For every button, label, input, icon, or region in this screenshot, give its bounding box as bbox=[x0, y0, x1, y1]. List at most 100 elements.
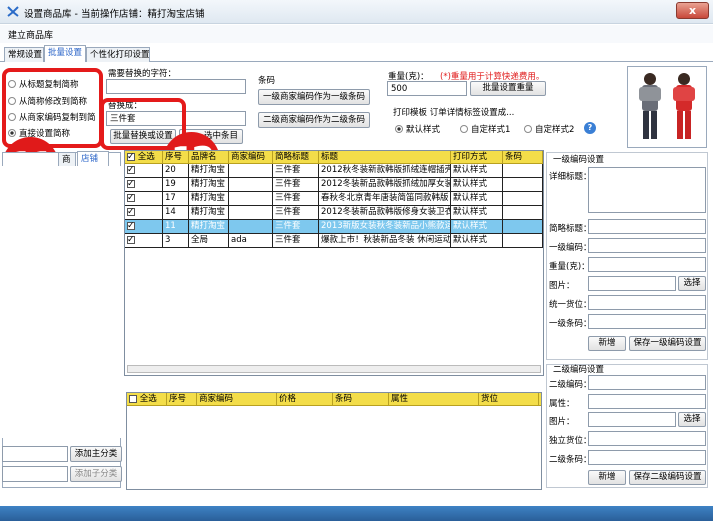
side-tab-product[interactable]: 商 bbox=[58, 152, 76, 167]
tab-batch[interactable]: 批量设置 bbox=[44, 45, 86, 62]
level1-code-input[interactable] bbox=[588, 238, 706, 253]
level2-image-input[interactable] bbox=[588, 412, 676, 427]
table-row[interactable]: 17精打淘宝 三件套春秋冬北京青年唐装简笛同款韩版默认样式 bbox=[125, 192, 543, 206]
level2-new-button[interactable]: 新增 bbox=[588, 470, 626, 485]
checkbox-icon bbox=[127, 151, 135, 163]
table-row[interactable]: 19精打淘宝 三件套2012冬装新品款韩版抓绒加厚女装默认样式 bbox=[125, 178, 543, 192]
batch-weight-button[interactable]: 批量设置重量 bbox=[470, 81, 546, 96]
level2-image-label: 图片： bbox=[549, 417, 575, 427]
table-cell-title: 2012冬装新品款韩版修身女装卫衣 bbox=[321, 206, 451, 219]
tab-print[interactable]: 个性化打印设置 bbox=[86, 47, 150, 62]
header-short-title[interactable]: 简略标题 bbox=[273, 151, 319, 163]
add-sub-category-button[interactable]: 添加子分类 bbox=[70, 466, 122, 482]
table-cell-title: 2012秋冬装新款韩版抓绒连帽插壳 bbox=[321, 164, 451, 177]
radio-modify-short[interactable]: 从简称修改到简称 bbox=[8, 94, 87, 108]
row-checkbox-icon[interactable] bbox=[127, 164, 135, 177]
weight-field-input[interactable] bbox=[588, 257, 706, 272]
sku-header-code[interactable]: 商家编码 bbox=[197, 393, 277, 405]
level2-code-label: 二级编码： bbox=[549, 380, 592, 390]
table-cell-checked[interactable] bbox=[125, 206, 163, 219]
table-cell-print: 默认样式 bbox=[451, 164, 503, 177]
add-main-category-button[interactable]: 添加主分类 bbox=[70, 446, 122, 462]
save-level1-button[interactable]: 保存一级编码设置 bbox=[629, 336, 706, 351]
header-brand[interactable]: 品牌名 bbox=[189, 151, 229, 163]
row-checkbox-icon[interactable] bbox=[127, 220, 135, 233]
table-cell-brand: 精打淘宝 bbox=[189, 220, 229, 233]
header-title[interactable]: 标题 bbox=[319, 151, 451, 163]
short-title-input[interactable] bbox=[588, 219, 706, 234]
level1-barcode-input[interactable] bbox=[588, 314, 706, 329]
table-row[interactable]: 11精打淘宝 三件套2013新版女装秋冬装新品小熊款运默认样式 bbox=[125, 220, 543, 234]
header-barcode[interactable]: 条码 bbox=[503, 151, 543, 163]
location-input[interactable] bbox=[588, 295, 706, 310]
header-print[interactable]: 打印方式 bbox=[451, 151, 503, 163]
sku-header-barcode[interactable]: 条码 bbox=[333, 393, 389, 405]
radio-copy-from-code[interactable]: 从商家编码复制到简 bbox=[8, 110, 96, 124]
table-cell-short: 三件套 bbox=[273, 220, 319, 233]
table-cell-code: ada bbox=[229, 234, 273, 247]
sku-header-price[interactable]: 价格 bbox=[277, 393, 333, 405]
attr-input[interactable] bbox=[588, 394, 706, 409]
level2-choose-button[interactable]: 选择 bbox=[678, 412, 706, 427]
weight-input[interactable]: 500 bbox=[387, 81, 467, 96]
table-row[interactable]: 3全局ada三件套爆款上市！秋装新品冬装 休闲运动默认样式 bbox=[125, 234, 543, 248]
level2-barcode-input[interactable] bbox=[588, 450, 706, 465]
radio-custom-style-1[interactable]: 自定样式1 bbox=[460, 122, 510, 136]
level1-barcode-button[interactable]: 一级商家编码作为一级条码 bbox=[258, 89, 370, 105]
table-cell-short: 三件套 bbox=[273, 206, 319, 219]
sku-header-select-all[interactable]: 全选 bbox=[127, 393, 167, 405]
tab-general[interactable]: 常规设置 bbox=[4, 47, 44, 62]
table-cell-checked[interactable] bbox=[125, 192, 163, 205]
print-template-label: 打印模板 订单详情标签设置成... bbox=[393, 108, 515, 118]
level2-code-input[interactable] bbox=[588, 375, 706, 390]
radio-label: 从简称修改到简称 bbox=[19, 97, 88, 107]
table-cell-checked[interactable] bbox=[125, 164, 163, 177]
table-row[interactable]: 14精打淘宝 三件套2012冬装新品款韩版修身女装卫衣默认样式 bbox=[125, 206, 543, 220]
table-cell-no: 11 bbox=[163, 220, 189, 233]
main-category-input[interactable] bbox=[2, 446, 68, 462]
table-cell-checked[interactable] bbox=[125, 178, 163, 191]
table-cell-print: 默认样式 bbox=[451, 220, 503, 233]
level1-title: 一级编码设置 bbox=[553, 155, 605, 165]
radio-custom-style-2[interactable]: 自定样式2 bbox=[524, 122, 574, 136]
find-input[interactable] bbox=[106, 79, 246, 94]
window-title: 设置商品库 - 当前操作店铺：精打淘宝店铺 bbox=[24, 9, 205, 20]
save-level2-button[interactable]: 保存二级编码设置 bbox=[629, 470, 706, 485]
sku-header-attr[interactable]: 属性 bbox=[389, 393, 479, 405]
table-cell-checked[interactable] bbox=[125, 234, 163, 247]
grid-horizontal-scrollbar[interactable] bbox=[127, 365, 541, 373]
grid-header: 全选 序号 品牌名 商家编码 简略标题 标题 打印方式 条码 bbox=[125, 151, 543, 164]
radio-label: 从标题复制简称 bbox=[19, 80, 79, 90]
category-tree[interactable] bbox=[2, 166, 121, 438]
radio-copy-from-title[interactable]: 从标题复制简称 bbox=[8, 77, 79, 91]
radio-icon bbox=[8, 113, 16, 121]
table-cell-no: 3 bbox=[163, 234, 189, 247]
level2-barcode-button[interactable]: 二级商家编码作为二级条码 bbox=[258, 112, 370, 128]
detail-title-input[interactable] bbox=[588, 167, 706, 213]
image-input[interactable] bbox=[588, 276, 676, 291]
header-select-all[interactable]: 全选 bbox=[125, 151, 163, 163]
row-checkbox-icon[interactable] bbox=[127, 234, 135, 247]
row-checkbox-icon[interactable] bbox=[127, 192, 135, 205]
table-cell-code bbox=[229, 220, 273, 233]
header-no[interactable]: 序号 bbox=[163, 151, 189, 163]
row-checkbox-icon[interactable] bbox=[127, 178, 135, 191]
sub-category-input[interactable] bbox=[2, 466, 68, 482]
table-cell-title: 2012冬装新品款韩版抓绒加厚女装 bbox=[321, 178, 451, 191]
sku-header-location[interactable]: 货位 bbox=[479, 393, 539, 405]
table-cell-no: 17 bbox=[163, 192, 189, 205]
close-button[interactable]: x bbox=[676, 2, 709, 19]
help-icon[interactable]: ? bbox=[584, 122, 596, 134]
table-cell-checked[interactable] bbox=[125, 220, 163, 233]
row-checkbox-icon[interactable] bbox=[127, 206, 135, 219]
sku-header-no[interactable]: 序号 bbox=[167, 393, 197, 405]
choose-image-button[interactable]: 选择 bbox=[678, 276, 706, 291]
table-row[interactable]: 20精打淘宝 三件套2012秋冬装新款韩版抓绒连帽插壳默认样式 bbox=[125, 164, 543, 178]
radio-default-style[interactable]: 默认样式 bbox=[395, 122, 440, 136]
menu-item-build-library[interactable]: 建立商品库 bbox=[8, 28, 53, 41]
table-cell-no: 14 bbox=[163, 206, 189, 219]
header-code[interactable]: 商家编码 bbox=[229, 151, 273, 163]
independent-location-input[interactable] bbox=[588, 431, 706, 446]
weight-field-label: 重量(克)： bbox=[549, 262, 590, 272]
level1-new-button[interactable]: 新增 bbox=[588, 336, 626, 351]
